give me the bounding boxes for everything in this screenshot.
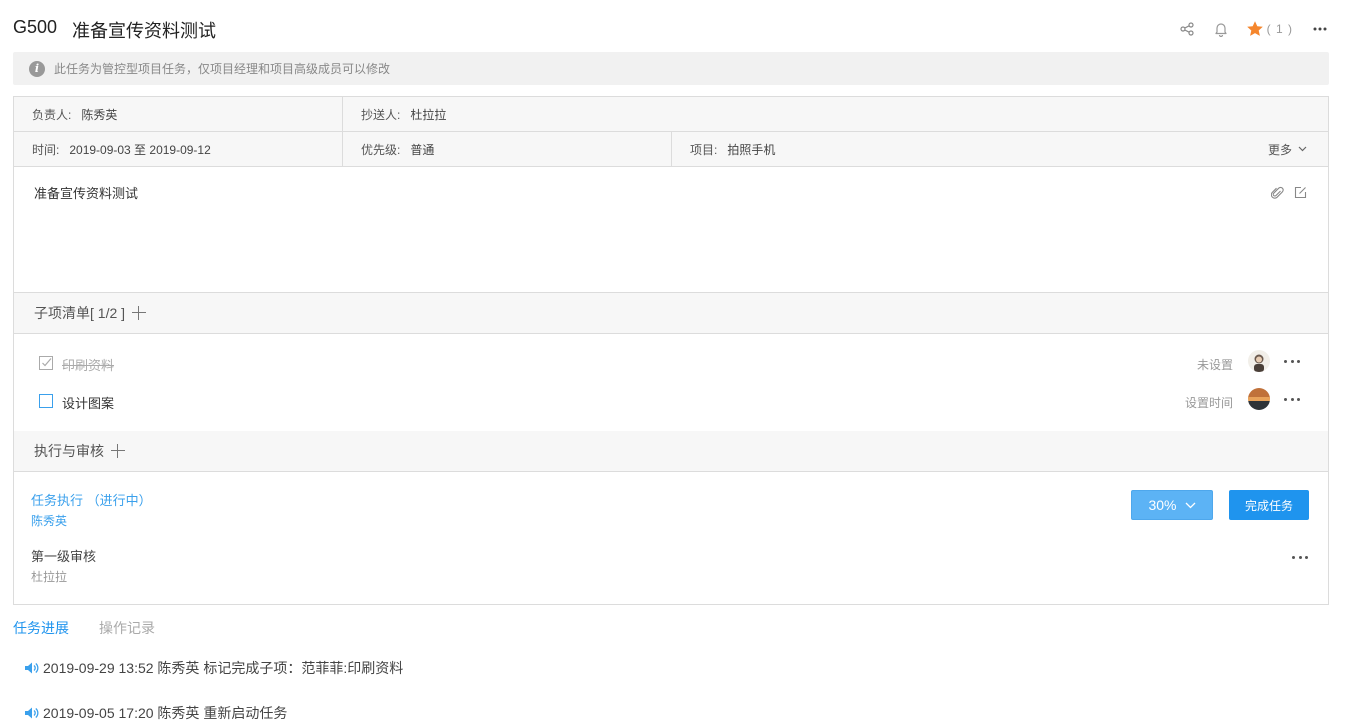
add-subtask-icon[interactable] bbox=[132, 306, 147, 320]
subtask-time[interactable]: 未设置 bbox=[1197, 356, 1233, 373]
header-actions: ( 1 ) bbox=[1178, 17, 1329, 41]
execution-body: 任务执行 （进行中） 陈秀英 第一级审核 杜拉拉 30% 完成任务 bbox=[14, 472, 1328, 604]
add-reviewer-icon[interactable] bbox=[111, 444, 125, 458]
review-more-icon[interactable] bbox=[1292, 550, 1308, 564]
star-icon[interactable] bbox=[1246, 20, 1264, 38]
subtask-label: 印刷资料 bbox=[62, 358, 115, 373]
project-label: 项目: bbox=[690, 142, 718, 157]
more-button[interactable]: 更多 bbox=[1268, 132, 1307, 166]
meta-row-details: 时间: 2019-09-03 至 2019-09-12 优先级: 普通 项目: … bbox=[14, 132, 1328, 167]
chevron-down-icon bbox=[1298, 146, 1307, 152]
log-entry: 2019-09-05 17:20 陈秀英 重新启动任务 bbox=[24, 703, 287, 723]
chevron-down-icon bbox=[1185, 502, 1195, 508]
edit-icon[interactable] bbox=[1294, 186, 1307, 199]
more-icon[interactable] bbox=[1311, 20, 1329, 38]
activity-tabs: 任务进展 操作记录 bbox=[13, 618, 155, 638]
tab-progress[interactable]: 任务进展 bbox=[13, 618, 69, 638]
share-icon[interactable] bbox=[1178, 20, 1196, 38]
progress-dropdown[interactable]: 30% bbox=[1131, 490, 1213, 520]
owner-field[interactable]: 负责人: 陈秀英 bbox=[14, 97, 343, 131]
log-entry: 2019-09-29 13:52 陈秀英 标记完成子项：范菲菲:印刷资料 bbox=[24, 658, 403, 678]
review-level-title: 第一级审核 bbox=[31, 549, 97, 564]
subtask-time[interactable]: 设置时间 bbox=[1185, 394, 1233, 411]
log-text: 2019-09-05 17:20 陈秀英 重新启动任务 bbox=[43, 705, 288, 721]
owner-label: 负责人: bbox=[32, 107, 72, 122]
meta-row-people: 负责人: 陈秀英 抄送人: 杜拉拉 bbox=[14, 97, 1328, 132]
avatar[interactable] bbox=[1248, 388, 1270, 410]
cc-value: 杜拉拉 bbox=[410, 107, 447, 122]
avatar[interactable] bbox=[1248, 350, 1270, 372]
subtask-more-icon[interactable] bbox=[1284, 392, 1300, 406]
description-tools bbox=[1271, 186, 1307, 200]
attachment-icon[interactable] bbox=[1271, 186, 1284, 200]
info-icon: i bbox=[29, 60, 45, 77]
progress-value: 30% bbox=[1148, 497, 1177, 513]
task-detail-panel: 负责人: 陈秀英 抄送人: 杜拉拉 时间: 2019-09-03 至 2019-… bbox=[13, 96, 1329, 605]
owner-value: 陈秀英 bbox=[81, 107, 118, 122]
cc-label: 抄送人: bbox=[361, 107, 401, 122]
page-title: 准备宣传资料测试 bbox=[72, 21, 216, 41]
task-code: G500 bbox=[13, 17, 58, 37]
permission-notice: i 此任务为管控型项目任务，仅项目经理和项目高级成员可以修改 bbox=[13, 52, 1329, 85]
tab-operation-log[interactable]: 操作记录 bbox=[99, 618, 155, 638]
speaker-icon bbox=[25, 707, 39, 719]
priority-field[interactable]: 优先级: 普通 bbox=[343, 132, 672, 166]
time-value: 2019-09-03 至 2019-09-12 bbox=[69, 142, 211, 157]
description-area[interactable]: 准备宣传资料测试 bbox=[14, 167, 1328, 293]
project-field[interactable]: 项目: 拍照手机 bbox=[672, 132, 1232, 166]
bell-icon[interactable] bbox=[1212, 20, 1230, 38]
description-text: 准备宣传资料测试 bbox=[34, 186, 139, 201]
complete-task-button[interactable]: 完成任务 bbox=[1229, 490, 1309, 520]
log-text: 2019-09-29 13:52 陈秀英 标记完成子项：范菲菲:印刷资料 bbox=[43, 660, 404, 676]
notice-text: 此任务为管控型项目任务，仅项目经理和项目高级成员可以修改 bbox=[54, 62, 391, 76]
cc-field[interactable]: 抄送人: 杜拉拉 bbox=[343, 97, 1328, 131]
time-field[interactable]: 时间: 2019-09-03 至 2019-09-12 bbox=[14, 132, 343, 166]
priority-label: 优先级: bbox=[361, 142, 401, 157]
speaker-icon bbox=[25, 662, 39, 674]
subtask-checkbox[interactable] bbox=[39, 394, 53, 408]
checkmark-icon bbox=[42, 358, 52, 367]
star-count: ( 1 ) bbox=[1266, 22, 1293, 36]
execution-title: 执行与审核 bbox=[34, 443, 104, 459]
review-user: 杜拉拉 bbox=[31, 570, 68, 584]
execution-header: 执行与审核 bbox=[14, 431, 1328, 472]
task-header: G500 准备宣传资料测试 ( 1 ) bbox=[13, 17, 1329, 41]
priority-value: 普通 bbox=[410, 142, 435, 157]
subtasks-header: 子项清单[ 1/2 ] bbox=[14, 293, 1328, 334]
subtask-item: 设计图案 设置时间 bbox=[14, 382, 1328, 420]
project-value: 拍照手机 bbox=[727, 142, 776, 157]
time-label: 时间: bbox=[32, 142, 60, 157]
more-label: 更多 bbox=[1267, 142, 1292, 157]
execution-status[interactable]: 任务执行 （进行中） bbox=[31, 490, 152, 509]
subtask-label: 设计图案 bbox=[62, 396, 115, 411]
subtasks-title: 子项清单[ 1/2 ] bbox=[34, 305, 126, 321]
subtask-more-icon[interactable] bbox=[1284, 354, 1300, 368]
subtask-item: 印刷资料 未设置 bbox=[14, 344, 1328, 382]
subtask-checkbox[interactable] bbox=[39, 356, 53, 370]
execution-user: 陈秀英 bbox=[31, 514, 68, 528]
